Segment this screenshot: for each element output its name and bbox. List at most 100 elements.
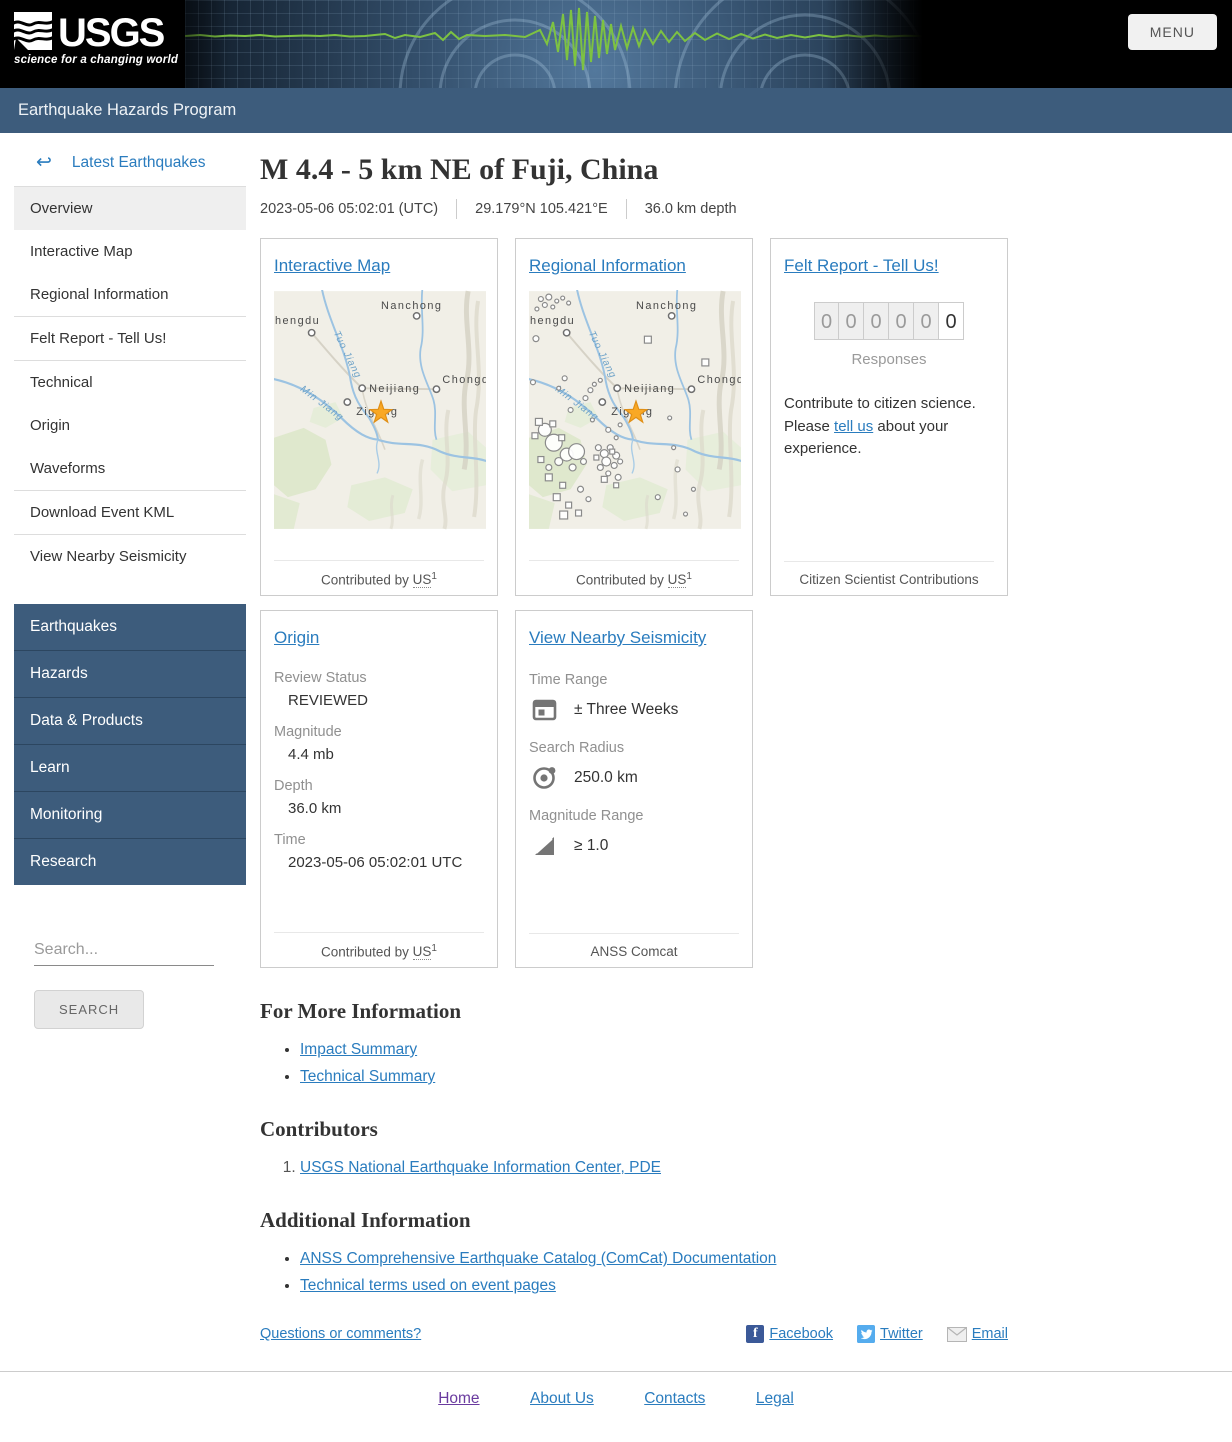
event-coordinates: 29.179°N 105.421°E [456,199,626,219]
regional-information-card: Regional Information Contributed by US1 [515,238,753,596]
back-arrow-icon: ↩ [36,152,52,173]
sidebar-item-interactive-map[interactable]: Interactive Map [14,230,246,273]
sidebar-item-technical[interactable]: Technical [14,360,246,404]
sidebar: ↩ Latest Earthquakes Overview Interactiv… [14,133,246,1029]
regional-map-thumbnail[interactable] [529,290,741,530]
site-nav-hazards[interactable]: Hazards [14,651,246,698]
impact-summary-link[interactable]: Impact Summary [300,1041,417,1058]
contributor-abbr[interactable]: US [667,572,687,588]
felt-report-footer: Citizen Scientist Contributions [784,561,994,587]
social-share: f Facebook Twitter Email [746,1325,1008,1343]
response-counter: 0 0 0 0 0 0 [784,302,994,340]
site-nav-data-products[interactable]: Data & Products [14,698,246,745]
interactive-map-thumbnail[interactable] [274,290,486,530]
site-nav: Earthquakes Hazards Data & Products Lear… [14,604,246,885]
counter-digit: 0 [839,302,864,340]
back-link-label: Latest Earthquakes [71,153,206,171]
counter-digit: 0 [889,302,914,340]
site-nav-monitoring[interactable]: Monitoring [14,792,246,839]
technical-terms-link[interactable]: Technical terms used on event pages [300,1277,556,1294]
origin-link[interactable]: Origin [274,628,319,648]
magnitude-triangle-icon [535,837,554,855]
felt-cta-text: Contribute to citizen science. Please te… [784,395,976,457]
questions-or-comments-link[interactable]: Questions or comments? [260,1326,421,1342]
site-header: USGS science for a changing world MENU [0,0,1232,88]
main-content: M 4.4 - 5 km NE of Fuji, China 2023-05-0… [260,133,1008,1343]
contributor-neic-link[interactable]: USGS National Earthquake Information Cen… [300,1159,661,1176]
review-status-label: Review Status [274,670,367,686]
usgs-tagline: science for a changing world [14,54,179,66]
contributors-heading: Contributors [260,1117,378,1141]
usgs-wave-icon [14,12,52,50]
sidebar-item-origin[interactable]: Origin [14,404,246,447]
site-nav-learn[interactable]: Learn [14,745,246,792]
twitter-icon [857,1325,876,1343]
program-bar-title[interactable]: Earthquake Hazards Program [18,101,236,120]
program-bar: Earthquake Hazards Program [0,88,1232,133]
magnitude-range-label: Magnitude Range [529,808,644,824]
usgs-logo-text: USGS [58,11,165,56]
search-radius-label: Search Radius [529,740,625,756]
depth-label: Depth [274,778,313,794]
footer-about-us-link[interactable]: About Us [530,1390,594,1407]
calendar-icon [532,699,557,721]
contributor-abbr[interactable]: US [412,944,432,960]
time-range-label: Time Range [529,672,608,688]
sidebar-item-overview[interactable]: Overview [14,187,246,230]
origin-attribution: Contributed by US1 [274,931,484,960]
search-button[interactable]: SEARCH [34,990,145,1029]
for-more-information-heading: For More Information [260,999,462,1023]
comcat-documentation-link[interactable]: ANSS Comprehensive Earthquake Catalog (C… [300,1250,776,1267]
search-input[interactable] [34,937,214,966]
site-nav-earthquakes[interactable]: Earthquakes [14,604,246,651]
view-nearby-seismicity-link[interactable]: View Nearby Seismicity [529,628,706,648]
facebook-share-link[interactable]: Facebook [769,1326,833,1342]
interactive-map-card: Interactive Map Contributed by US1 [260,238,498,596]
email-share-link[interactable]: Email [972,1326,1008,1342]
regional-information-link[interactable]: Regional Information [529,256,686,276]
technical-summary-link[interactable]: Technical Summary [300,1068,435,1085]
felt-report-link[interactable]: Felt Report - Tell Us! [784,256,939,276]
counter-digit: 0 [914,302,939,340]
sidebar-item-view-nearby-seismicity[interactable]: View Nearby Seismicity [14,534,246,578]
nearby-seismicity-footer: ANSS Comcat [529,933,739,959]
event-time: 2023-05-06 05:02:01 (UTC) [260,201,439,217]
facebook-icon: f [746,1325,765,1343]
magnitude-range-value: ≥ 1.0 [574,836,609,854]
twitter-share-link[interactable]: Twitter [880,1326,923,1342]
page-title: M 4.4 - 5 km NE of Fuji, China [260,153,659,186]
sidebar-item-download-event-kml[interactable]: Download Event KML [14,490,246,534]
footer-contacts-link[interactable]: Contacts [644,1390,705,1407]
list-item: ANSS Comprehensive Earthquake Catalog (C… [300,1250,1008,1268]
menu-button[interactable]: MENU [1127,14,1217,50]
sidebar-item-regional-information[interactable]: Regional Information [14,273,246,316]
radar-icon [533,767,556,789]
list-item: Technical Summary [300,1068,1008,1086]
contributor-abbr[interactable]: US [412,572,432,588]
back-to-latest-earthquakes-link[interactable]: ↩ Latest Earthquakes [14,133,246,186]
origin-card: Origin Review Status REVIEWED Magnitude … [260,610,498,968]
magnitude-value: 4.4 mb [288,746,334,763]
map-attribution: Contributed by US1 [274,559,484,588]
site-footer: Home About Us Contacts Legal [0,1371,1232,1442]
time-range-value: ± Three Weeks [574,700,679,718]
footer-legal-link[interactable]: Legal [756,1390,794,1407]
sidebar-item-waveforms[interactable]: Waveforms [14,447,246,490]
site-nav-research[interactable]: Research [14,839,246,885]
usgs-logo[interactable]: USGS science for a changing world [14,12,184,66]
footer-home-link[interactable]: Home [438,1390,479,1407]
event-depth: 36.0 km depth [625,199,755,219]
tell-us-link[interactable]: tell us [834,418,873,435]
counter-digit: 0 [939,302,964,340]
sidebar-item-felt-report[interactable]: Felt Report - Tell Us! [14,316,246,360]
email-icon [946,1326,967,1342]
magnitude-label: Magnitude [274,724,342,740]
list-item: USGS National Earthquake Information Cen… [300,1159,1008,1177]
felt-report-card: Felt Report - Tell Us! 0 0 0 0 0 0 Respo… [770,238,1008,596]
event-nav: Overview Interactive Map Regional Inform… [14,186,246,578]
interactive-map-link[interactable]: Interactive Map [274,256,390,276]
additional-information-heading: Additional Information [260,1208,471,1232]
search-radius-value: 250.0 km [574,768,638,786]
counter-digit: 0 [814,302,839,340]
responses-label: Responses [851,351,927,368]
